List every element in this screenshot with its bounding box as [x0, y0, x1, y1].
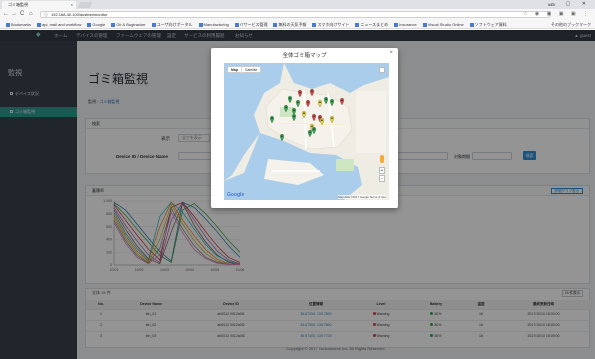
- marker-dot: [289, 97, 291, 99]
- bookmark-favicon-icon: [273, 23, 278, 27]
- bookmark-label: 無料の天気予報: [278, 22, 307, 27]
- bookmark-item[interactable]: ユーザ向けポータル: [151, 20, 193, 28]
- home-icon[interactable]: ⌂: [29, 11, 33, 18]
- zoom-out-button[interactable]: −: [379, 175, 385, 182]
- map-modal: 全体ゴミ箱マップ × Map Satellite + − Google Map d…: [211, 48, 398, 208]
- address-bar-row: ← → C ⌂ ⓘ 192.168.40.100/dustbin/monitor…: [0, 9, 595, 20]
- back-icon[interactable]: ←: [3, 11, 9, 18]
- modal-close-icon[interactable]: ×: [389, 50, 393, 56]
- map-copyright: Map data ©2017 Google Terms of Use: [338, 195, 386, 199]
- forward-icon[interactable]: →: [11, 11, 17, 18]
- bookmark-favicon-icon: [198, 23, 203, 27]
- url-input[interactable]: ⓘ 192.168.40.100/dustbin/monitor: [40, 11, 550, 18]
- bookmark-label: api, mail and workflow: [42, 22, 82, 27]
- marker-dot: [331, 117, 333, 119]
- bookmark-item[interactable]: スマホ向けサイト: [312, 20, 350, 28]
- browser-tabbar: ゴミ箱監視 × Ikko – ▢ ✕: [0, 0, 595, 9]
- bookmark-item[interactable]: Insurance: [394, 20, 417, 28]
- bookmark-label: ニュースまとめ: [360, 22, 389, 27]
- modal-title: 全体ゴミ箱マップ: [282, 53, 327, 59]
- bookmark-favicon-icon: [151, 23, 156, 27]
- marker-dot: [299, 91, 301, 93]
- google-logo: Google: [227, 192, 245, 198]
- bookmark-label: ソフトウェア資料: [474, 22, 507, 27]
- map-type-control: Map Satellite: [227, 66, 262, 73]
- marker-dot: [309, 131, 311, 133]
- url-text: 192.168.40.100/dustbin/monitor: [51, 12, 108, 17]
- map-land: [356, 91, 386, 153]
- bookmark-favicon-icon: [312, 23, 317, 27]
- bookmark-label: スマホ向けサイト: [317, 22, 350, 27]
- marker-dot: [303, 112, 305, 114]
- tab-close-icon[interactable]: ×: [71, 1, 73, 9]
- bookmark-label: ITサービス管理: [239, 22, 268, 27]
- new-tab-button[interactable]: [77, 2, 93, 8]
- bookmark-item[interactable]: api, mail and workflow: [37, 20, 82, 28]
- map-type-satellite[interactable]: Satellite: [242, 67, 260, 73]
- zoom-in-button[interactable]: +: [379, 167, 385, 174]
- bookmark-item[interactable]: Bookmarks: [6, 20, 32, 28]
- marker-dot: [293, 115, 295, 117]
- bookmark-item[interactable]: ソフトウェア資料: [469, 20, 507, 28]
- reload-icon[interactable]: C: [20, 11, 24, 18]
- marker-dot: [313, 128, 315, 130]
- bookmarks-bar: Bookmarks api, mail and workflow Google Git…: [0, 20, 595, 29]
- bookmark-item[interactable]: Visual Studio Online: [422, 20, 464, 28]
- marker-dot: [285, 106, 287, 108]
- bookmark-label: Google: [92, 22, 106, 27]
- map-park: [336, 159, 354, 171]
- bookmark-favicon-icon: [422, 23, 427, 27]
- street-view-pegman-icon[interactable]: [380, 155, 384, 163]
- bookmark-item[interactable]: Git & Bugtracker: [111, 20, 146, 28]
- bookmark-label: Insurance: [399, 22, 417, 27]
- bookmark-favicon-icon: [394, 23, 399, 27]
- bookmark-label: Git & Bugtracker: [116, 22, 146, 27]
- marker-dot: [321, 119, 323, 121]
- bookmark-item[interactable]: 無料の天気予報: [273, 20, 307, 28]
- marker-dot: [341, 99, 343, 101]
- bookmark-favicon-icon: [6, 23, 10, 27]
- bookmark-favicon-icon: [37, 23, 42, 27]
- bookmark-item[interactable]: Google: [87, 20, 106, 28]
- marker-dot: [271, 117, 273, 119]
- bookmark-label: Bookmarks: [11, 22, 32, 27]
- map-type-map[interactable]: Map: [228, 67, 242, 73]
- other-bookmarks[interactable]: その他のブックマーク: [551, 20, 591, 28]
- bookmark-item[interactable]: Manufacturing: [198, 20, 229, 28]
- window-controls[interactable]: – ▢ ✕: [552, 0, 591, 9]
- bookmark-item[interactable]: ITサービス管理: [234, 20, 268, 28]
- fullscreen-icon[interactable]: [379, 67, 385, 73]
- marker-dot: [313, 115, 315, 117]
- marker-dot: [331, 100, 333, 102]
- bookmark-favicon-icon: [234, 23, 239, 27]
- bookmark-label: ユーザ向けポータル: [156, 22, 193, 27]
- bookmark-favicon-icon: [111, 23, 116, 27]
- tab-title: ゴミ箱監視: [8, 2, 28, 7]
- browser-tab[interactable]: ゴミ箱監視 ×: [2, 1, 76, 9]
- marker-dot: [311, 125, 313, 127]
- info-icon: ⓘ: [44, 12, 48, 17]
- marker-dot: [293, 109, 295, 111]
- bookmark-favicon-icon: [355, 23, 360, 27]
- marker-dot: [319, 116, 321, 118]
- extension-icons[interactable]: ☆ ◉ ▣ ▣ ▣ ⋮: [523, 11, 591, 18]
- bookmark-favicon-icon: [87, 23, 92, 27]
- marker-dot: [281, 135, 283, 137]
- bookmark-label: Manufacturing: [203, 22, 229, 27]
- map-canvas[interactable]: Map Satellite + − Google Map data ©2017 G…: [224, 63, 389, 200]
- marker-dot: [319, 101, 321, 103]
- marker-dot: [325, 98, 327, 100]
- bookmark-favicon-icon: [469, 23, 474, 27]
- marker-dot: [307, 101, 309, 103]
- marker-dot: [297, 101, 299, 103]
- bookmark-item[interactable]: ニュースまとめ: [355, 20, 389, 28]
- map-tiles: [224, 63, 389, 200]
- marker-dot: [311, 90, 313, 92]
- bookmark-label: Visual Studio Online: [427, 22, 464, 27]
